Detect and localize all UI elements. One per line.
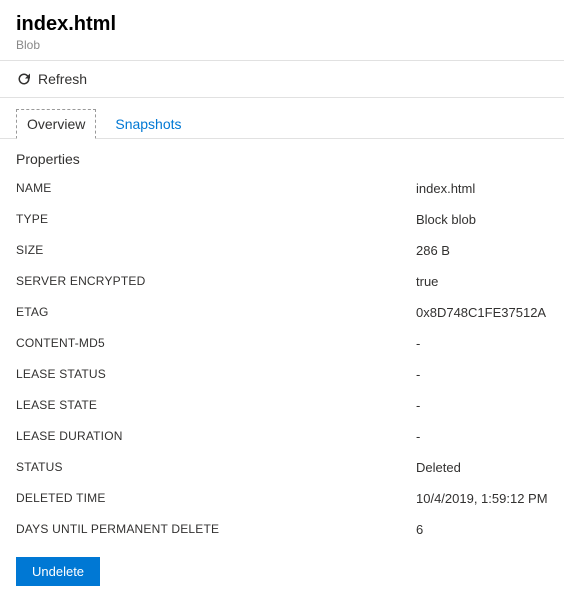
tab-overview[interactable]: Overview bbox=[16, 109, 96, 139]
property-label: DELETED TIME bbox=[16, 491, 416, 506]
property-value: true bbox=[416, 274, 548, 289]
property-label: LEASE STATUS bbox=[16, 367, 416, 382]
property-value: - bbox=[416, 429, 548, 444]
property-label: ETAG bbox=[16, 305, 416, 320]
properties-list: NAMEindex.htmlTYPEBlock blobSIZE286 BSER… bbox=[0, 173, 564, 545]
property-value: 0x8D748C1FE37512A bbox=[416, 305, 548, 320]
refresh-button[interactable]: Refresh bbox=[16, 71, 87, 87]
property-row: STATUSDeleted bbox=[16, 452, 548, 483]
page-header: index.html Blob bbox=[0, 0, 564, 61]
property-label: STATUS bbox=[16, 460, 416, 475]
undelete-button[interactable]: Undelete bbox=[16, 557, 100, 586]
property-value: 10/4/2019, 1:59:12 PM bbox=[416, 491, 548, 506]
property-row: LEASE STATE- bbox=[16, 390, 548, 421]
property-row: DELETED TIME10/4/2019, 1:59:12 PM bbox=[16, 483, 548, 514]
footer: Undelete bbox=[0, 545, 564, 598]
property-label: SERVER ENCRYPTED bbox=[16, 274, 416, 289]
refresh-label: Refresh bbox=[38, 71, 87, 87]
property-value: - bbox=[416, 367, 548, 382]
property-value: Deleted bbox=[416, 460, 548, 475]
property-label: CONTENT-MD5 bbox=[16, 336, 416, 351]
toolbar: Refresh bbox=[0, 61, 564, 98]
property-label: LEASE STATE bbox=[16, 398, 416, 413]
property-row: TYPEBlock blob bbox=[16, 204, 548, 235]
property-value: - bbox=[416, 336, 548, 351]
property-value: 286 B bbox=[416, 243, 548, 258]
properties-heading: Properties bbox=[0, 139, 564, 173]
property-value: - bbox=[416, 398, 548, 413]
property-label: LEASE DURATION bbox=[16, 429, 416, 444]
page-title: index.html bbox=[16, 12, 548, 36]
property-row: DAYS UNTIL PERMANENT DELETE6 bbox=[16, 514, 548, 545]
property-row: NAMEindex.html bbox=[16, 173, 548, 204]
property-row: SERVER ENCRYPTEDtrue bbox=[16, 266, 548, 297]
property-value: index.html bbox=[416, 181, 548, 196]
property-row: ETAG0x8D748C1FE37512A bbox=[16, 297, 548, 328]
property-row: LEASE DURATION- bbox=[16, 421, 548, 452]
tabs: Overview Snapshots bbox=[0, 98, 564, 139]
property-label: NAME bbox=[16, 181, 416, 196]
property-row: LEASE STATUS- bbox=[16, 359, 548, 390]
property-row: CONTENT-MD5- bbox=[16, 328, 548, 359]
refresh-icon bbox=[16, 71, 32, 87]
property-label: DAYS UNTIL PERMANENT DELETE bbox=[16, 522, 416, 537]
property-label: SIZE bbox=[16, 243, 416, 258]
property-value: Block blob bbox=[416, 212, 548, 227]
tab-snapshots[interactable]: Snapshots bbox=[104, 109, 192, 139]
property-row: SIZE286 B bbox=[16, 235, 548, 266]
property-value: 6 bbox=[416, 522, 548, 537]
property-label: TYPE bbox=[16, 212, 416, 227]
page-subtitle: Blob bbox=[16, 38, 548, 52]
